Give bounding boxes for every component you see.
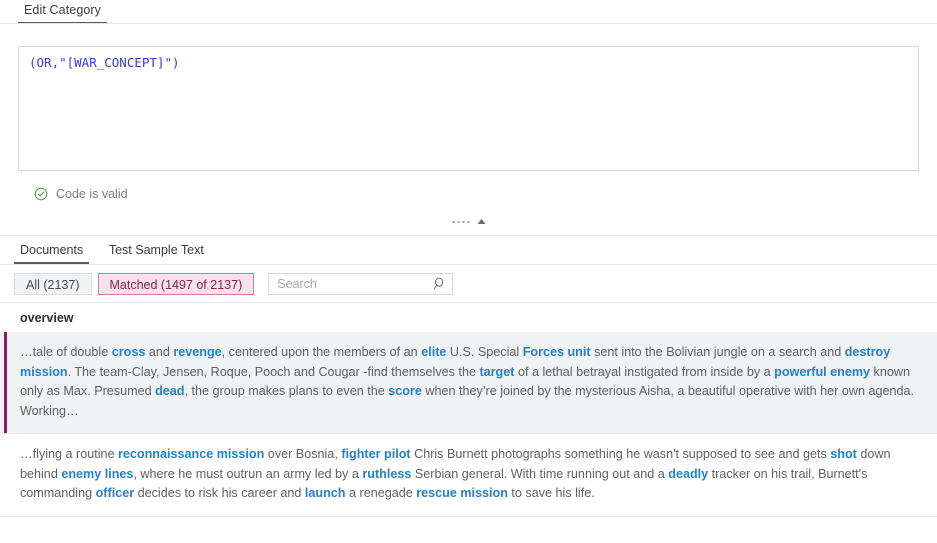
drag-dots-icon [462, 221, 464, 223]
text-fragment: . The team-Clay, Jensen, Roque, Pooch an… [68, 365, 480, 379]
text-fragment: of a lethal betrayal instigated from ins… [514, 365, 774, 379]
results-rows: …tale of double cross and revenge, cente… [0, 332, 937, 517]
filter-chip-all[interactable]: All (2137) [14, 273, 92, 295]
bottom-tab-strip: Documents Test Sample Text [0, 236, 937, 265]
query-code-line: (OR,"[WAR_CONCEPT]") [29, 55, 908, 71]
highlighted-term: shot [830, 447, 857, 461]
results-column-header: overview [0, 303, 937, 332]
highlighted-term: deadly [668, 467, 708, 481]
row-overview-text: …flying a routine reconnaissance mission… [20, 447, 890, 500]
row-overview-text: …tale of double cross and revenge, cente… [20, 345, 914, 418]
search-field [268, 273, 453, 295]
results-list: overview …tale of double cross and reven… [0, 302, 937, 531]
top-tabs-divider [0, 23, 937, 24]
drag-dots-icon [467, 221, 469, 223]
text-fragment: a renegade [346, 486, 417, 500]
top-tab-strip: Edit Category [0, 0, 937, 24]
highlighted-term: score [388, 384, 422, 398]
highlighted-term: elite [421, 345, 446, 359]
highlighted-term: fighter pilot [341, 447, 410, 461]
check-circle-icon [34, 187, 48, 201]
row-accent-bar [4, 332, 7, 433]
text-fragment: U.S. Special [446, 345, 522, 359]
drag-dots-icon [452, 221, 454, 223]
tab-test-sample-text[interactable]: Test Sample Text [103, 240, 210, 262]
tab-edit-category[interactable]: Edit Category [18, 0, 107, 24]
code-validity-label: Code is valid [56, 187, 128, 201]
highlighted-term: ruthless [362, 467, 411, 481]
panel-splitter[interactable] [0, 215, 937, 236]
text-fragment: Chris Burnett photographs something he w… [411, 447, 831, 461]
highlighted-term: powerful enemy [774, 365, 870, 379]
splitter-drag-handle[interactable] [452, 219, 485, 224]
filter-bar: All (2137) Matched (1497 of 2137) [0, 265, 937, 302]
highlighted-term: officer [96, 486, 135, 500]
table-row[interactable]: …flying a routine reconnaissance mission… [0, 434, 937, 517]
highlighted-term: revenge [173, 345, 221, 359]
highlighted-term: launch [305, 486, 346, 500]
highlighted-term: reconnaissance mission [118, 447, 264, 461]
text-fragment: , where he must outrun an army led by a [133, 467, 362, 481]
results-empty-tail [0, 517, 937, 531]
bottom-tabs-divider [0, 264, 937, 265]
drag-dots-icon [457, 221, 459, 223]
highlighted-term: target [479, 365, 514, 379]
query-code-editor[interactable]: (OR,"[WAR_CONCEPT]") [18, 46, 919, 171]
text-fragment: …tale of double [20, 345, 112, 359]
text-fragment: to save his life. [508, 486, 595, 500]
text-fragment: …flying a routine [20, 447, 118, 461]
editor-zone: (OR,"[WAR_CONCEPT]") Code is valid [0, 24, 937, 201]
search-input[interactable] [268, 273, 453, 295]
highlighted-term: rescue mission [416, 486, 508, 500]
tab-documents[interactable]: Documents [14, 240, 89, 264]
highlighted-term: dead [155, 384, 184, 398]
edit-category-screen: Edit Category (OR,"[WAR_CONCEPT]") Code … [0, 0, 937, 543]
text-fragment: over Bosnia, [264, 447, 341, 461]
text-fragment: Serbian general. With time running out a… [411, 467, 668, 481]
chevron-up-icon[interactable] [477, 219, 485, 224]
text-fragment: and [145, 345, 173, 359]
text-fragment: decides to risk his career and [134, 486, 305, 500]
filter-chip-matched[interactable]: Matched (1497 of 2137) [98, 273, 255, 295]
text-fragment: , the group makes plans to even the [185, 384, 389, 398]
text-fragment: , centered upon the members of an [222, 345, 422, 359]
table-row[interactable]: …tale of double cross and revenge, cente… [0, 332, 937, 434]
highlighted-term: cross [112, 345, 146, 359]
highlighted-term: Forces unit [523, 345, 591, 359]
highlighted-term: enemy lines [61, 467, 133, 481]
text-fragment: sent into the Bolivian jungle on a searc… [591, 345, 845, 359]
code-validity-status: Code is valid [18, 187, 919, 201]
